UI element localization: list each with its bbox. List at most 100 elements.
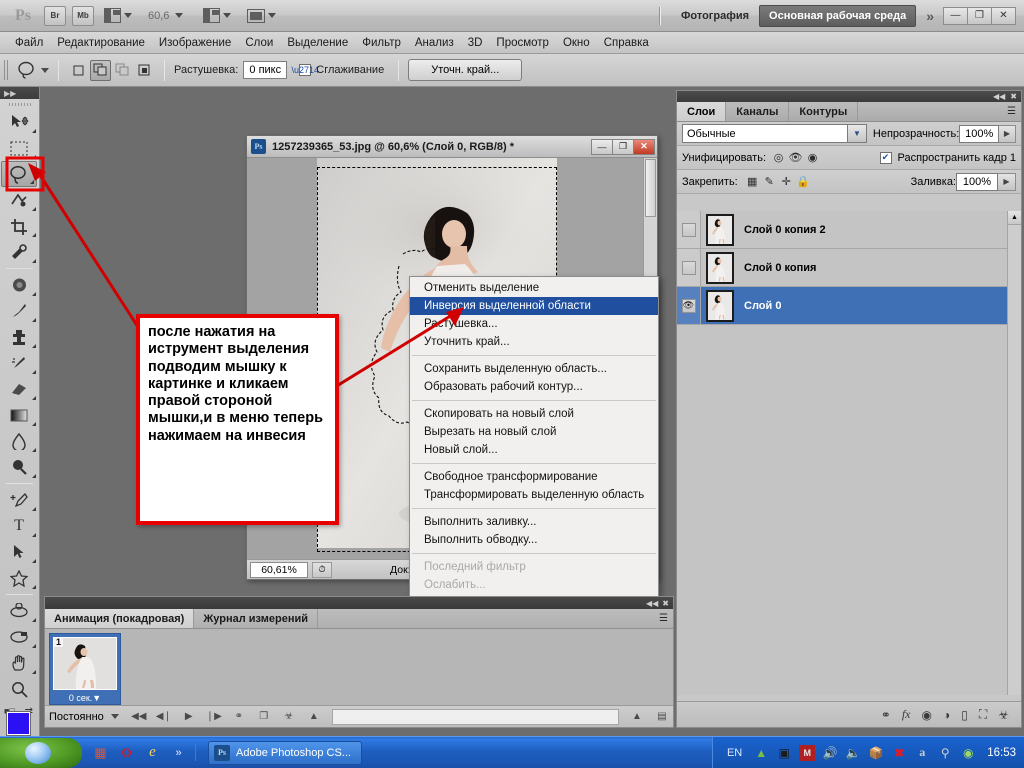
select-first-frame-button[interactable]: ◀◀ [128, 708, 150, 725]
workspace-essentials[interactable]: Основная рабочая среда [759, 4, 917, 27]
bridge-button[interactable]: Br [44, 5, 66, 26]
foreground-color-swatch[interactable] [7, 712, 30, 735]
close-button[interactable]: ✕ [991, 6, 1016, 25]
fill-input[interactable]: 100% [956, 172, 998, 191]
play-animation-button[interactable]: ▶ [178, 708, 200, 725]
select-next-frame-button[interactable]: ❘▶ [203, 708, 225, 725]
menu-3d[interactable]: 3D [461, 34, 490, 52]
intersect-selection-button[interactable] [134, 60, 155, 81]
document-zoom-value[interactable]: 60,61% [250, 561, 308, 578]
layers-scroll-up-button[interactable]: ▲ [1008, 211, 1021, 225]
ctx-make-work-path[interactable]: Образовать рабочий контур... [410, 378, 658, 396]
antialias-checkbox[interactable]: \u2714 [292, 64, 319, 76]
crop-tool[interactable] [0, 213, 38, 239]
tab-layers[interactable]: Слои [677, 102, 727, 121]
path-selection-tool[interactable] [0, 539, 38, 565]
animation-settings-button[interactable]: ▤ [651, 708, 673, 725]
feather-input[interactable]: 0 пикс [243, 61, 288, 79]
nvidia-icon[interactable]: ▲ [753, 745, 769, 761]
opacity-input[interactable]: 100% [959, 124, 999, 143]
ctx-inverse-selection[interactable]: Инверсия выделенной области [410, 297, 658, 315]
options-bar-grip[interactable] [4, 60, 10, 80]
eye-icon[interactable]: ◉ [960, 745, 976, 761]
animation-panel-menu-icon[interactable]: ☰ [659, 613, 668, 624]
lasso-tool[interactable] [1, 161, 37, 187]
menu-select[interactable]: Выделение [280, 34, 355, 52]
start-button[interactable] [0, 737, 82, 768]
view-extras-button[interactable] [102, 5, 134, 27]
move-tool[interactable] [0, 109, 38, 135]
lock-transparency-icon[interactable]: ▦ [744, 173, 761, 190]
screen-mode-button[interactable] [245, 5, 278, 27]
ctx-layer-via-cut[interactable]: Вырезать на новый слой [410, 423, 658, 441]
subtract-from-selection-button[interactable] [112, 60, 133, 81]
history-brush-tool[interactable] [0, 350, 38, 376]
animation-options-button[interactable]: ▲ [626, 708, 648, 725]
eraser-tool[interactable] [0, 376, 38, 402]
loop-chevron-down-icon[interactable] [110, 714, 119, 719]
menu-analysis[interactable]: Анализ [408, 34, 461, 52]
tab-measurement-log[interactable]: Журнал измерений [194, 609, 319, 628]
ctx-fill[interactable]: Выполнить заливку... [410, 513, 658, 531]
mail-icon[interactable]: M [799, 744, 816, 761]
menu-help[interactable]: Справка [597, 34, 656, 52]
quick-launch-expand-icon[interactable]: » [170, 744, 187, 761]
lock-position-icon[interactable]: ✛ [778, 173, 795, 190]
opera-icon[interactable]: O [118, 744, 135, 761]
unify-style-icon[interactable]: ◉ [804, 149, 821, 166]
dodge-tool[interactable] [0, 454, 38, 480]
arrange-documents-button[interactable] [201, 5, 233, 27]
doc-close-button[interactable]: ✕ [633, 138, 655, 155]
language-indicator[interactable]: EN [727, 747, 742, 759]
ctx-new-layer[interactable]: Новый слой... [410, 441, 658, 459]
layers-vertical-scrollbar[interactable]: ▲ [1007, 211, 1021, 695]
type-tool[interactable]: T [0, 513, 38, 539]
layers-panel-menu-icon[interactable]: ☰ [1007, 106, 1016, 117]
select-previous-frame-button[interactable]: ◀❘ [153, 708, 175, 725]
amazon-icon[interactable]: a [914, 745, 930, 761]
document-status-icon[interactable]: ⏱ [312, 561, 332, 578]
layer-style-button[interactable]: fx [902, 707, 911, 722]
zoom-chevron-down-icon[interactable] [175, 13, 184, 18]
tab-paths[interactable]: Контуры [789, 102, 859, 121]
animation-frame[interactable]: 1 0 сек.▼ [49, 633, 121, 705]
tween-frames-button[interactable]: ⚭ [228, 708, 250, 725]
lock-image-icon[interactable]: ✎ [761, 173, 778, 190]
add-to-selection-button[interactable] [90, 59, 111, 81]
menu-window[interactable]: Окно [556, 34, 597, 52]
layer-mask-button[interactable]: ◉ [921, 708, 931, 722]
ctx-transform-selection[interactable]: Трансформировать выделенную область [410, 486, 658, 504]
tool-preset-chevron-down-icon[interactable] [41, 67, 49, 73]
layer-row-base[interactable]: 👁 Слой 0 [677, 287, 1021, 326]
fill-stepper[interactable]: ▶ [998, 172, 1016, 191]
delete-layer-button[interactable]: ☣ [998, 708, 1009, 722]
doc-minimize-button[interactable]: — [591, 138, 613, 155]
ctx-save-selection[interactable]: Сохранить выделенную область... [410, 360, 658, 378]
animation-timeline-area[interactable] [331, 708, 619, 725]
zoom-tool[interactable] [0, 676, 38, 702]
restore-button[interactable]: ❐ [967, 6, 992, 25]
clone-stamp-tool[interactable] [0, 324, 38, 350]
blur-tool[interactable] [0, 428, 38, 454]
convert-to-timeline-button[interactable]: ▲ [303, 708, 325, 725]
shape-tool[interactable] [0, 565, 38, 591]
animation-collapse-icon[interactable]: ◀◀ [646, 599, 658, 608]
ctx-feather[interactable]: Растушевка... [410, 315, 658, 333]
internet-explorer-icon[interactable]: e [144, 744, 161, 761]
avira-icon[interactable]: ✖ [891, 745, 907, 761]
ctx-free-transform[interactable]: Свободное трансформирование [410, 468, 658, 486]
layer-row-copy[interactable]: Слой 0 копия [677, 249, 1021, 288]
layers-close-icon[interactable]: ✖ [1010, 92, 1017, 101]
3d-camera-tool[interactable] [0, 624, 38, 650]
layers-collapse-icon[interactable]: ◀◀ [993, 92, 1005, 101]
mini-bridge-button[interactable]: Mb [72, 5, 94, 26]
menu-filter[interactable]: Фильтр [355, 34, 408, 52]
eyedropper-tool[interactable] [0, 239, 38, 265]
doc-restore-button[interactable]: ❐ [612, 138, 634, 155]
tab-animation[interactable]: Анимация (покадровая) [45, 609, 195, 628]
new-selection-button[interactable] [68, 60, 89, 81]
workspace-photography[interactable]: Фотография [671, 10, 759, 22]
taskbar-item-photoshop[interactable]: Ps Adobe Photoshop CS... [208, 740, 362, 765]
spot-healing-tool[interactable] [0, 272, 38, 298]
show-desktop-icon[interactable]: ▦ [92, 744, 109, 761]
